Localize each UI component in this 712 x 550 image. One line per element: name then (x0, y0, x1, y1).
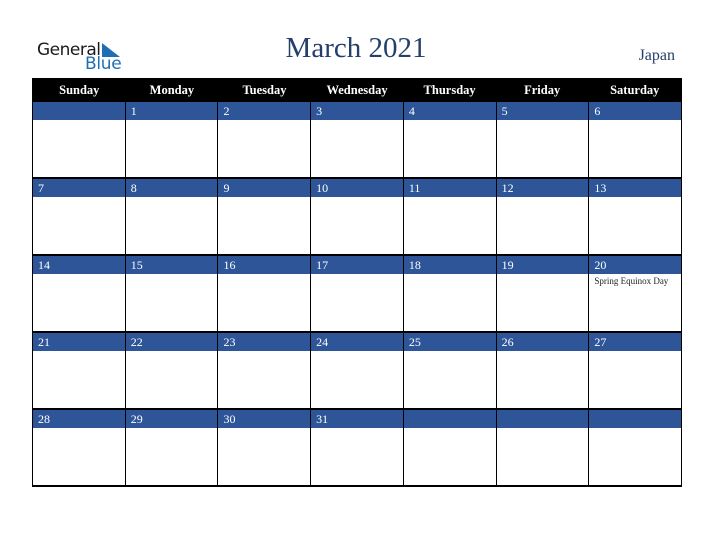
calendar-title: March 2021 (285, 32, 427, 64)
day-cells (33, 351, 681, 408)
week-row: 123456 (33, 102, 681, 179)
day-cell[interactable] (310, 197, 403, 254)
day-cell[interactable] (33, 274, 125, 331)
day-cell[interactable] (588, 428, 681, 485)
day-cell[interactable] (124, 351, 218, 408)
date-number: 11 (402, 179, 496, 197)
day-cells: Spring Equinox Day (33, 274, 681, 331)
date-number: 6 (588, 102, 681, 120)
date-number: 7 (38, 181, 44, 195)
day-cell[interactable] (495, 428, 589, 485)
date-strip: 123456 (33, 102, 681, 120)
date-number: 1 (124, 102, 218, 120)
weekday-header: Sunday Monday Tuesday Wednesday Thursday… (33, 78, 681, 102)
country-label: Japan (638, 47, 675, 64)
date-strip: 7 8 9 10 11 12 13 (33, 179, 681, 197)
date-number: 5 (495, 102, 589, 120)
week-row: 14 15 16 17 18 19 20 Spring Equinox Day (33, 256, 681, 333)
weekday-tuesday: Tuesday (242, 83, 287, 97)
day-cell[interactable] (402, 428, 496, 485)
day-cell[interactable] (588, 120, 681, 177)
day-cell[interactable] (402, 351, 496, 408)
date-number: 14 (38, 258, 50, 272)
date-number: 17 (310, 256, 403, 274)
date-number: 13 (588, 179, 681, 197)
date-number: 23 (217, 333, 310, 351)
date-number (402, 410, 496, 428)
day-cell[interactable] (217, 274, 310, 331)
day-cell[interactable] (495, 197, 589, 254)
day-cell[interactable] (310, 120, 403, 177)
date-number: 2 (217, 102, 310, 120)
day-cell[interactable] (495, 120, 589, 177)
date-strip: 28 29 30 31 (33, 410, 681, 428)
weekday-monday: Monday (149, 83, 195, 97)
weekday-thursday: Thursday (423, 83, 476, 97)
date-number: 31 (310, 410, 403, 428)
day-cell[interactable] (402, 274, 496, 331)
day-cell[interactable] (124, 197, 218, 254)
date-number: 20 (588, 256, 681, 274)
date-number: 9 (217, 179, 310, 197)
weekday-saturday: Saturday (610, 83, 660, 97)
day-cells (33, 428, 681, 485)
date-number: 4 (402, 102, 496, 120)
day-cell[interactable] (217, 351, 310, 408)
day-cell[interactable] (217, 120, 310, 177)
day-cell[interactable] (310, 274, 403, 331)
date-number: 27 (588, 333, 681, 351)
day-cell[interactable] (310, 351, 403, 408)
date-number: 3 (310, 102, 403, 120)
day-cell[interactable] (495, 351, 589, 408)
date-strip: 21 22 23 24 25 26 27 (33, 333, 681, 351)
day-cell[interactable] (588, 197, 681, 254)
day-cell[interactable] (402, 120, 496, 177)
date-number: 21 (38, 335, 50, 349)
weekday-friday: Friday (524, 83, 561, 97)
date-number: 24 (310, 333, 403, 351)
day-cell[interactable] (217, 428, 310, 485)
day-cells (33, 120, 681, 177)
date-number: 8 (124, 179, 218, 197)
date-number (495, 410, 589, 428)
calendar-grid: Sunday Monday Tuesday Wednesday Thursday… (32, 78, 682, 487)
date-number: 25 (402, 333, 496, 351)
day-cell[interactable] (33, 351, 125, 408)
day-cell[interactable] (124, 274, 218, 331)
date-number (33, 102, 125, 120)
day-cell[interactable] (33, 197, 125, 254)
date-number: 30 (217, 410, 310, 428)
week-row: 21 22 23 24 25 26 27 (33, 333, 681, 410)
day-cell[interactable]: Spring Equinox Day (588, 274, 681, 331)
day-cell[interactable] (217, 197, 310, 254)
date-number: 10 (310, 179, 403, 197)
day-cell[interactable] (33, 428, 125, 485)
date-number: 22 (124, 333, 218, 351)
day-cells (33, 197, 681, 254)
date-number: 29 (124, 410, 218, 428)
day-cell[interactable] (402, 197, 496, 254)
day-cell[interactable] (33, 120, 125, 177)
date-number: 28 (38, 412, 50, 426)
date-number: 12 (495, 179, 589, 197)
date-strip: 14 15 16 17 18 19 20 (33, 256, 681, 274)
weekday-sunday: Sunday (59, 83, 100, 97)
date-number: 18 (402, 256, 496, 274)
day-cell[interactable] (124, 120, 218, 177)
date-number: 19 (495, 256, 589, 274)
day-cell[interactable] (495, 274, 589, 331)
date-number: 16 (217, 256, 310, 274)
week-row: 28 29 30 31 (33, 410, 681, 487)
date-number: 26 (495, 333, 589, 351)
week-row: 7 8 9 10 11 12 13 (33, 179, 681, 256)
weekday-wednesday: Wednesday (326, 83, 388, 97)
date-number (588, 410, 681, 428)
day-cell[interactable] (310, 428, 403, 485)
day-cell[interactable] (588, 351, 681, 408)
date-number: 15 (124, 256, 218, 274)
day-cell[interactable] (124, 428, 218, 485)
